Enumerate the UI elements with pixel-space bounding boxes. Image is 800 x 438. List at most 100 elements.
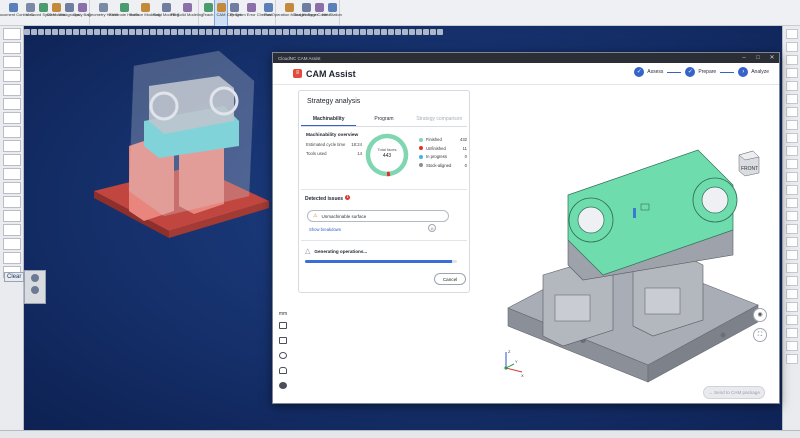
send-to-cam-package-button[interactable]: → Send to CAM package [703, 386, 765, 399]
view-tool-icon[interactable] [192, 29, 198, 35]
tool-slot[interactable] [786, 94, 798, 104]
tool-slot[interactable] [786, 81, 798, 91]
help-icon[interactable] [279, 352, 287, 359]
view-tool-icon[interactable] [171, 29, 177, 35]
view-tool-icon[interactable] [136, 29, 142, 35]
ribbon-button-teach[interactable]: Teach [202, 0, 214, 26]
view-tool-icon[interactable] [52, 29, 58, 35]
view-tool-icon[interactable] [388, 29, 394, 35]
view-tool-icon[interactable] [381, 29, 387, 35]
view-tool-icon[interactable] [143, 29, 149, 35]
view-tool-icon[interactable] [437, 29, 443, 35]
tool-slot[interactable] [786, 315, 798, 325]
tool-slot[interactable] [3, 238, 21, 250]
tool-slot[interactable] [3, 140, 21, 152]
view-tool-icon[interactable] [276, 29, 282, 35]
view-tool-icon[interactable] [318, 29, 324, 35]
tool-slot[interactable] [786, 250, 798, 260]
tool-slot[interactable] [786, 133, 798, 143]
tool-slot[interactable] [3, 252, 21, 264]
tool-slot[interactable] [786, 159, 798, 169]
tool-slot[interactable] [3, 210, 21, 222]
tool-slot[interactable] [786, 289, 798, 299]
tool-slot[interactable] [3, 28, 21, 40]
view-tool-icon[interactable] [360, 29, 366, 35]
tool-slot[interactable] [786, 107, 798, 117]
view-tool-icon[interactable] [24, 29, 30, 35]
view-tool-icon[interactable] [38, 29, 44, 35]
tool-slot[interactable] [786, 341, 798, 351]
view-tool-icon[interactable] [59, 29, 65, 35]
view-tool-icon[interactable] [367, 29, 373, 35]
tool-slot[interactable] [3, 154, 21, 166]
view-tool-icon[interactable] [283, 29, 289, 35]
view-tool-icon[interactable] [199, 29, 205, 35]
view-tool-icon[interactable] [374, 29, 380, 35]
cancel-button[interactable]: Cancel [434, 273, 466, 285]
info-icon[interactable] [279, 382, 287, 389]
filter-icon[interactable] [31, 274, 39, 282]
view-tool-icon[interactable] [87, 29, 93, 35]
tool-slot[interactable] [3, 224, 21, 236]
ribbon-button-net-station[interactable]: Net Station [322, 0, 342, 26]
tab-machinability[interactable]: Machinability [301, 113, 357, 126]
tool-slot[interactable] [3, 98, 21, 110]
view-tool-icon[interactable] [66, 29, 72, 35]
view-tool-icon[interactable] [31, 29, 37, 35]
view-tool-icon[interactable] [311, 29, 317, 35]
view-tool-icon[interactable] [115, 29, 121, 35]
view-tool-icon[interactable] [157, 29, 163, 35]
view-tool-icon[interactable] [150, 29, 156, 35]
tool-slot[interactable] [786, 237, 798, 247]
view-tool-icon[interactable] [255, 29, 261, 35]
view-tool-icon[interactable] [234, 29, 240, 35]
view-tool-icon[interactable] [325, 29, 331, 35]
unit-toggle[interactable]: mm [277, 311, 289, 317]
view-tool-icon[interactable] [430, 29, 436, 35]
maximize-icon[interactable]: □ [751, 53, 765, 63]
view-tool-icon[interactable] [129, 29, 135, 35]
step-prepare[interactable]: ✓ Prepare [685, 67, 716, 77]
tool-slot[interactable] [786, 276, 798, 286]
step-assess[interactable]: ✓ Assess [634, 67, 663, 77]
tool-slot[interactable] [3, 112, 21, 124]
book-icon[interactable] [279, 337, 287, 344]
view-tool-icon[interactable] [395, 29, 401, 35]
view-tool-icon[interactable] [297, 29, 303, 35]
view-tool-icon[interactable] [206, 29, 212, 35]
tool-slot[interactable] [786, 354, 798, 364]
view-tool-icon[interactable] [220, 29, 226, 35]
tool-slot[interactable] [786, 224, 798, 234]
view-tool-icon[interactable] [122, 29, 128, 35]
view-tool-icon[interactable] [213, 29, 219, 35]
view-tool-icon[interactable] [227, 29, 233, 35]
view-tool-icon[interactable] [346, 29, 352, 35]
view-tool-icon[interactable] [45, 29, 51, 35]
view-tool-icon[interactable] [269, 29, 275, 35]
tool-slot[interactable] [3, 84, 21, 96]
tool-slot[interactable] [3, 126, 21, 138]
tool-slot[interactable] [786, 29, 798, 39]
ribbon-button-document-control[interactable]: Document Control [0, 0, 29, 26]
view-tool-icon[interactable] [353, 29, 359, 35]
view-tool-icon[interactable] [423, 29, 429, 35]
tool-slot[interactable] [786, 55, 798, 65]
show-breakdown-link[interactable]: Show breakdown [299, 222, 469, 240]
view-tool-icon[interactable] [73, 29, 79, 35]
tool-slot[interactable] [3, 196, 21, 208]
tab-strategy-comparison[interactable]: Strategy comparison [412, 113, 467, 126]
tool-slot[interactable] [3, 182, 21, 194]
selection-filter-panel[interactable] [24, 270, 46, 304]
view-tool-icon[interactable] [248, 29, 254, 35]
tool-slot[interactable] [786, 198, 798, 208]
fit-view-icon[interactable]: ⛶ [753, 328, 767, 342]
view-tool-icon[interactable] [402, 29, 408, 35]
view-tool-icon[interactable] [332, 29, 338, 35]
tool-slot[interactable] [3, 56, 21, 68]
ribbon-button-body-bag[interactable]: Body Bag [73, 0, 91, 26]
clear-button[interactable]: Clear [4, 272, 25, 282]
tool-slot[interactable] [786, 172, 798, 182]
view-tool-icon[interactable] [94, 29, 100, 35]
notification-icon[interactable] [279, 367, 287, 374]
tool-slot[interactable] [786, 185, 798, 195]
